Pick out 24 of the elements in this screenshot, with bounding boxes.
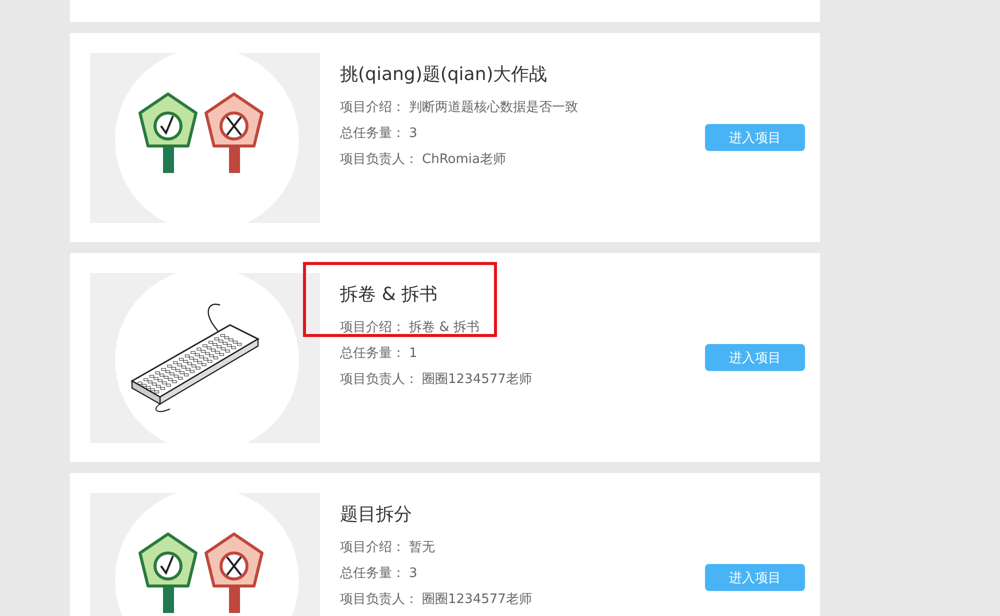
field-value: 3 (409, 565, 418, 583)
field-value: 3 (409, 125, 418, 143)
field-value: 暂无 (409, 539, 435, 557)
project-title: 挑(qiang)题(qian)大作战 (340, 63, 548, 86)
enter-project-button[interactable]: 进入项目 (705, 124, 805, 151)
field-value: 圈圈1234577老师 (422, 591, 532, 609)
field-value: ChRomia老师 (422, 151, 506, 169)
field-label: 项目介绍： (340, 99, 405, 117)
field-value: 拆卷 & 拆书 (409, 319, 480, 337)
project-title: 题目拆分 (340, 503, 413, 526)
field-value: 1 (409, 345, 418, 363)
field-label: 项目负责人： (340, 591, 418, 609)
field-label: 项目负责人： (340, 371, 418, 389)
field-label: 项目介绍： (340, 539, 405, 557)
field-label: 总任务量： (340, 565, 405, 583)
enter-project-button[interactable]: 进入项目 (705, 564, 805, 591)
field-label: 项目介绍： (340, 319, 405, 337)
field-label: 总任务量： (340, 125, 405, 143)
project-title: 拆卷 & 拆书 (340, 283, 438, 306)
field-label: 项目负责人： (340, 151, 418, 169)
field-value: 判断两道题核心数据是否一致 (409, 99, 578, 117)
field-label: 总任务量： (340, 345, 405, 363)
field-value: 圈圈1234577老师 (422, 371, 532, 389)
enter-project-button[interactable]: 进入项目 (705, 344, 805, 371)
